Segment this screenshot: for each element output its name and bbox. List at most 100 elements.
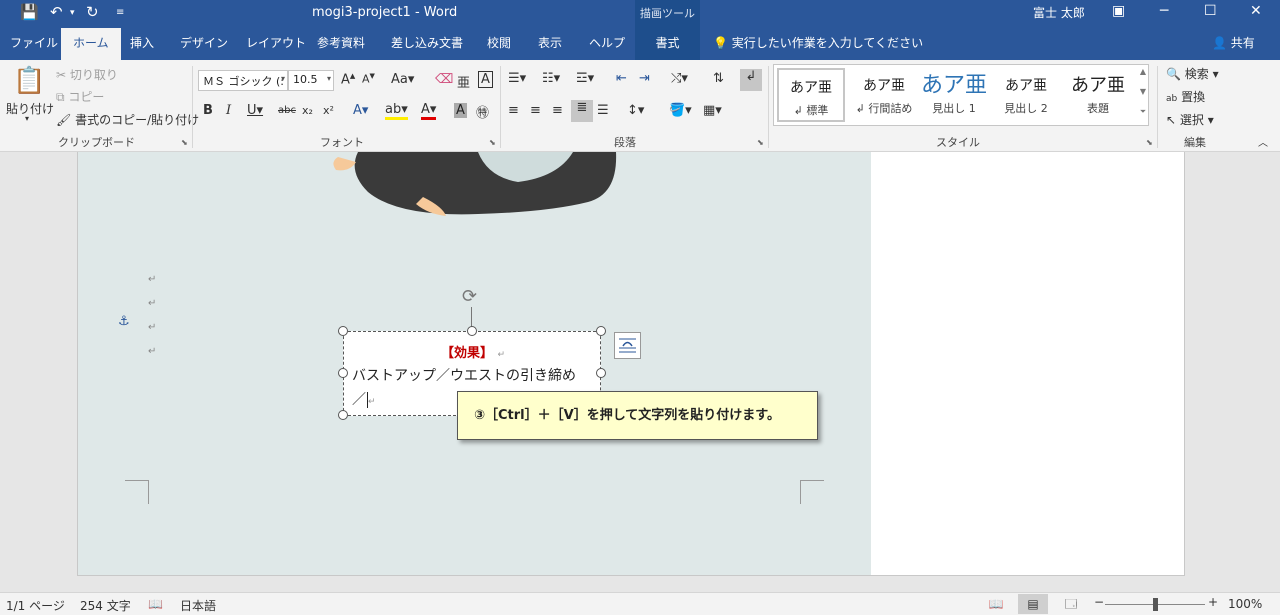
undo-icon[interactable]: ↶ xyxy=(50,3,63,21)
style-no-spacing[interactable]: あア亜 ↲ 行間詰め xyxy=(850,68,918,122)
style-heading-1[interactable]: あア亜 見出し 1 xyxy=(920,68,988,122)
ribbon-display-options-icon[interactable]: ▣ xyxy=(1112,3,1125,19)
resize-handle[interactable] xyxy=(596,368,606,378)
font-color-icon[interactable]: A▾ xyxy=(421,102,437,120)
tab-format[interactable]: 書式 xyxy=(635,28,700,60)
copy-button[interactable]: ⧉ コピー xyxy=(56,88,104,105)
zoom-out-icon[interactable]: − xyxy=(1094,595,1104,609)
user-name[interactable]: 富士 太郎 xyxy=(1033,4,1085,21)
format-painter-button[interactable]: 🖌 書式のコピー/貼り付け xyxy=(56,111,199,128)
phonetic-guide-icon[interactable]: 亜 xyxy=(457,72,470,91)
tab-view[interactable]: 表示 xyxy=(538,28,562,60)
print-layout-icon[interactable]: ▤ xyxy=(1018,594,1048,614)
gallery-scroll-down-icon[interactable]: ▼ xyxy=(1137,87,1149,96)
gallery-more-icon[interactable]: ⏷ xyxy=(1137,107,1149,117)
font-size-combo[interactable]: 10.5 ▾ xyxy=(288,70,334,91)
subscript-icon[interactable]: x₂ xyxy=(302,104,313,117)
read-mode-icon[interactable]: 📖 xyxy=(981,594,1011,614)
paste-dropdown-icon[interactable]: ▾ xyxy=(25,114,29,123)
tab-home[interactable]: ホーム xyxy=(61,28,121,60)
numbering-icon[interactable]: ☷▾ xyxy=(542,71,560,86)
redo-icon[interactable]: ↻ xyxy=(86,3,99,21)
paste-icon[interactable]: 📋 xyxy=(13,66,45,96)
font-launcher-icon[interactable]: ⬊ xyxy=(489,138,496,147)
resize-handle[interactable] xyxy=(338,410,348,420)
style-title[interactable]: あア亜 表題 xyxy=(1064,68,1132,122)
show-marks-icon[interactable]: ↲ xyxy=(740,69,762,91)
zoom-level[interactable]: 100% xyxy=(1228,597,1262,611)
proofing-icon[interactable]: 📖 xyxy=(148,597,163,611)
page-count[interactable]: 1/1 ページ xyxy=(6,597,65,614)
text-direction-icon[interactable]: ⤭▾ xyxy=(671,71,688,86)
clipboard-launcher-icon[interactable]: ⬊ xyxy=(181,138,188,147)
bullets-icon[interactable]: ☰▾ xyxy=(508,71,526,86)
underline-icon[interactable]: U▾ xyxy=(247,103,263,118)
cut-button[interactable]: ✂ 切り取り xyxy=(56,66,118,83)
find-button[interactable]: 🔍 検索 ▾ xyxy=(1166,65,1219,82)
shading-icon[interactable]: 🪣▾ xyxy=(669,103,692,118)
zoom-in-icon[interactable]: + xyxy=(1208,595,1218,609)
distributed-icon[interactable]: ☰ xyxy=(597,103,609,118)
shrink-font-icon[interactable]: A▼ xyxy=(362,72,375,86)
clear-formatting-icon[interactable]: ⌫ xyxy=(435,72,453,87)
undo-dropdown-icon[interactable]: ▾ xyxy=(70,8,75,18)
borders-icon[interactable]: ▦▾ xyxy=(703,103,722,118)
increase-indent-icon[interactable]: ⇥ xyxy=(639,71,650,86)
collapse-ribbon-icon[interactable]: ︿ xyxy=(1258,134,1268,149)
tab-references[interactable]: 参考資料 xyxy=(317,28,365,60)
change-case-icon[interactable]: Aa▾ xyxy=(391,72,414,87)
decrease-indent-icon[interactable]: ⇤ xyxy=(616,71,627,86)
zoom-slider-thumb[interactable] xyxy=(1153,598,1158,611)
tab-layout[interactable]: レイアウト xyxy=(246,28,306,60)
paste-button[interactable]: 貼り付け xyxy=(6,100,54,117)
align-right-icon[interactable]: ≡ xyxy=(552,103,563,118)
strikethrough-icon[interactable]: abc xyxy=(278,105,296,116)
share-button[interactable]: 👤 共有 xyxy=(1212,28,1255,58)
sort-icon[interactable]: ⇅ xyxy=(713,71,724,86)
align-left-icon[interactable]: ≡ xyxy=(508,103,519,118)
rotate-handle-icon[interactable]: ⟳ xyxy=(462,286,477,307)
paragraph-launcher-icon[interactable]: ⬊ xyxy=(757,138,764,147)
replace-button[interactable]: ab 置換 xyxy=(1166,88,1205,105)
text-effects-icon[interactable]: A▾ xyxy=(353,103,368,118)
grow-font-icon[interactable]: A▲ xyxy=(341,72,355,87)
close-icon[interactable]: ✕ xyxy=(1250,3,1262,19)
character-border-icon[interactable]: A xyxy=(478,71,493,88)
customize-quick-access-icon[interactable]: ≡ xyxy=(116,7,124,18)
tell-me-box[interactable]: 💡 実行したい作業を入力してください xyxy=(713,28,923,58)
tab-review[interactable]: 校閲 xyxy=(487,28,511,60)
italic-icon[interactable]: I xyxy=(226,103,231,118)
tab-file[interactable]: ファイル xyxy=(10,28,58,60)
tab-insert[interactable]: 挿入 xyxy=(130,28,154,60)
gallery-scroll-up-icon[interactable]: ▲ xyxy=(1137,67,1149,76)
tab-mailings[interactable]: 差し込み文書 xyxy=(391,28,463,60)
highlight-icon[interactable]: ab▾ xyxy=(385,102,408,120)
illustration-figure[interactable] xyxy=(328,152,628,222)
web-layout-icon[interactable]: 🗔 xyxy=(1056,594,1086,614)
tab-help[interactable]: ヘルプ xyxy=(589,28,625,60)
resize-handle[interactable] xyxy=(338,368,348,378)
resize-handle[interactable] xyxy=(467,326,477,336)
tab-design[interactable]: デザイン xyxy=(180,28,228,60)
multilevel-list-icon[interactable]: ☲▾ xyxy=(576,71,594,86)
style-heading-2[interactable]: あア亜 見出し 2 xyxy=(992,68,1060,122)
save-icon[interactable]: 💾 xyxy=(20,3,39,21)
enclose-characters-icon[interactable]: ㊕ xyxy=(476,102,489,121)
styles-launcher-icon[interactable]: ⬊ xyxy=(1146,138,1153,147)
align-center-icon[interactable]: ≡ xyxy=(530,103,541,118)
bold-icon[interactable]: B xyxy=(203,103,213,118)
resize-handle[interactable] xyxy=(596,326,606,336)
word-count[interactable]: 254 文字 xyxy=(80,597,131,614)
justify-icon[interactable]: ≣ xyxy=(571,100,593,122)
maximize-icon[interactable]: ☐ xyxy=(1204,3,1217,19)
superscript-icon[interactable]: x² xyxy=(323,104,334,117)
line-spacing-icon[interactable]: ↕▾ xyxy=(627,103,644,118)
select-button[interactable]: ↖ 選択 ▾ xyxy=(1166,111,1214,128)
language[interactable]: 日本語 xyxy=(180,597,216,614)
minimize-icon[interactable]: ─ xyxy=(1160,3,1168,19)
font-name-combo[interactable]: ＭＳ ゴシック (: ▾ xyxy=(198,70,288,91)
anchor-icon[interactable]: ⚓ xyxy=(118,314,130,329)
layout-options-button[interactable] xyxy=(614,332,641,359)
style-normal[interactable]: あア亜 ↲ 標準 xyxy=(777,68,845,122)
character-shading-icon[interactable]: A xyxy=(454,103,467,118)
